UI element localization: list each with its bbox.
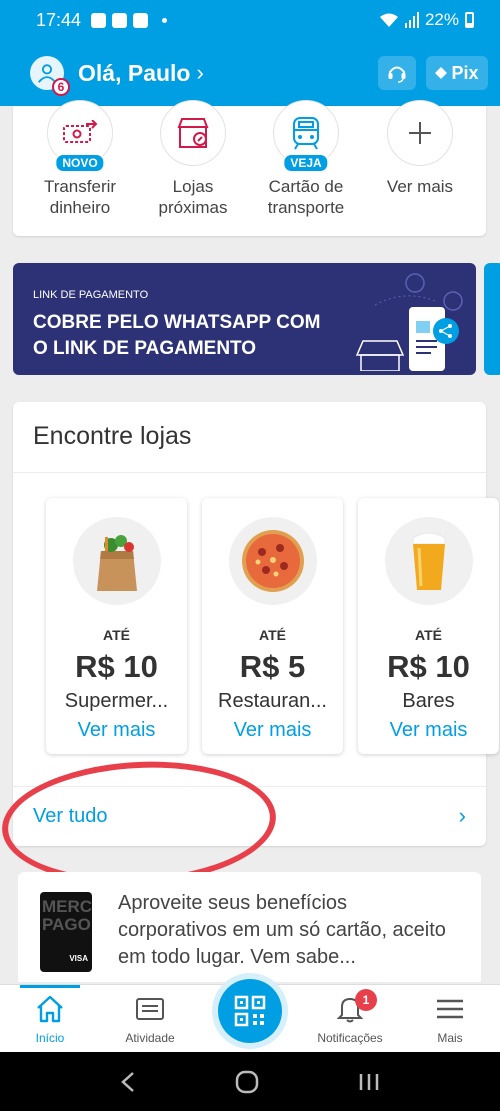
store-kicker: ATÉ: [103, 627, 130, 643]
nav-more[interactable]: Mais: [405, 993, 495, 1045]
receipt-icon: [105, 993, 195, 1025]
banner-title: COBRE PELO WHATSAPP COM O LINK DE PAGAME…: [33, 312, 321, 359]
greeting[interactable]: Olá, Paulo: [78, 60, 190, 87]
transfer-icon: NOVO: [47, 100, 113, 173]
headset-icon: [388, 66, 406, 83]
pix-icon: [435, 67, 448, 79]
notification-count-badge: 1: [355, 989, 377, 1011]
shortcut-tag: VEJA: [282, 153, 330, 173]
battery-icon: [465, 12, 474, 28]
banner-kicker: LINK DE PAGAMENTO: [33, 289, 149, 301]
recent-apps-icon[interactable]: [358, 1072, 380, 1092]
shortcut-transfer[interactable]: NOVO Transferir dinheiro: [20, 100, 140, 218]
nav-label: Início: [35, 1031, 65, 1045]
phone-share-illustration-icon: [355, 273, 463, 371]
shortcuts-card: NOVO Transferir dinheiro Lojas próximas …: [13, 100, 486, 236]
beer-icon: [384, 517, 473, 605]
shortcut-transport-card[interactable]: VEJA Cartão de transporte: [246, 100, 366, 218]
status-time: 17:44: [36, 9, 82, 30]
store-tile-bars[interactable]: ATÉ R$ 10 Bares Ver mais: [358, 498, 499, 754]
see-all-label: Ver tudo: [33, 804, 108, 827]
status-notification-icons: [91, 12, 168, 28]
nav-label: Notificações: [317, 1031, 383, 1045]
see-more-link[interactable]: Ver mais: [46, 719, 187, 742]
plus-icon: [387, 100, 453, 166]
store-tile-supermarket[interactable]: ATÉ R$ 10 Supermer... Ver mais: [46, 498, 187, 754]
grocery-bag-icon: [72, 517, 161, 605]
wifi-icon: [379, 13, 398, 27]
divider: [13, 472, 486, 473]
home-button-icon[interactable]: [235, 1070, 259, 1094]
more-notifications-dot-icon: [162, 17, 168, 23]
nav-label: Atividade: [125, 1031, 175, 1045]
bottom-navigation: Início Atividade 1 Notificações Mais: [0, 979, 500, 1052]
home-icon: [5, 993, 95, 1025]
nav-activity[interactable]: Atividade: [105, 993, 195, 1045]
corporate-benefits-card[interactable]: MERCADO PAGO VISA Aproveite seus benefíc…: [18, 872, 481, 982]
bus-icon: VEJA: [273, 100, 339, 173]
menu-icon: [405, 993, 495, 1025]
payment-link-banner[interactable]: LINK DE PAGAMENTO COBRE PELO WHATSAPP CO…: [13, 263, 476, 375]
bell-icon: 1: [305, 989, 395, 1025]
nav-home[interactable]: Início: [5, 993, 95, 1045]
shortcut-tag: NOVO: [54, 153, 106, 173]
system-navigation-bar: [0, 1052, 500, 1111]
store-discount-amount: R$ 10: [75, 649, 158, 684]
battery-level: 22%: [424, 10, 459, 29]
store-icon: [160, 100, 226, 166]
status-bar: 17:44 22%: [0, 0, 500, 40]
shopping-bag-icon: [133, 12, 149, 28]
benefits-card-image: MERCADO PAGO VISA: [40, 892, 92, 972]
gallery-icon: [112, 12, 128, 28]
card-brand: VISA: [69, 954, 88, 963]
shortcut-label: Transferir dinheiro: [43, 177, 117, 217]
see-more-link[interactable]: Ver mais: [358, 719, 499, 742]
pix-button[interactable]: Pix: [426, 56, 488, 90]
store-category-name: Restauran...: [218, 690, 327, 712]
help-button[interactable]: [378, 56, 416, 90]
avatar-notification-badge: 6: [52, 78, 70, 96]
qr-code-icon: [234, 995, 266, 1027]
store-tile-restaurant[interactable]: ATÉ R$ 5 Restauran... Ver mais: [202, 498, 343, 754]
nav-label: Mais: [437, 1031, 463, 1045]
section-title: Encontre lojas: [33, 422, 192, 450]
chevron-right-icon[interactable]: ›: [196, 60, 203, 86]
find-stores-card: Encontre lojas ATÉ R$ 10 Supermer... Ver…: [13, 402, 499, 846]
shortcut-nearby-stores[interactable]: Lojas próximas: [133, 100, 253, 218]
pizza-icon: [228, 517, 317, 605]
see-more-link[interactable]: Ver mais: [202, 719, 343, 742]
whatsapp-icon: [91, 12, 107, 28]
store-kicker: ATÉ: [415, 627, 442, 643]
shortcut-label: Ver mais: [386, 177, 454, 196]
shortcut-label: Lojas próximas: [158, 177, 228, 217]
nav-notifications[interactable]: 1 Notificações: [305, 989, 395, 1045]
shortcut-more[interactable]: Ver mais: [360, 100, 480, 197]
signal-icon: [404, 12, 419, 28]
store-discount-amount: R$ 10: [387, 649, 470, 684]
store-category-name: Supermer...: [64, 690, 169, 712]
shortcut-label: Cartão de transporte: [267, 177, 345, 217]
qr-scan-button[interactable]: [218, 979, 282, 1043]
back-icon[interactable]: [120, 1071, 136, 1093]
store-kicker: ATÉ: [259, 627, 286, 643]
next-banner-peek[interactable]: [484, 263, 500, 375]
active-tab-indicator: [20, 985, 80, 988]
app-header: 6 Olá, Paulo › Pix: [0, 40, 500, 106]
card-logo-text: MERCADO PAGO: [42, 897, 92, 934]
store-category-name: Bares: [402, 690, 455, 712]
promo-text: Aproveite seus benefícios corporativos e…: [118, 892, 446, 968]
see-all-button[interactable]: Ver tudo ›: [13, 786, 486, 846]
chevron-right-icon: ›: [458, 803, 466, 828]
avatar[interactable]: 6: [30, 56, 70, 96]
pix-label: Pix: [451, 62, 479, 83]
store-discount-amount: R$ 5: [239, 649, 306, 684]
